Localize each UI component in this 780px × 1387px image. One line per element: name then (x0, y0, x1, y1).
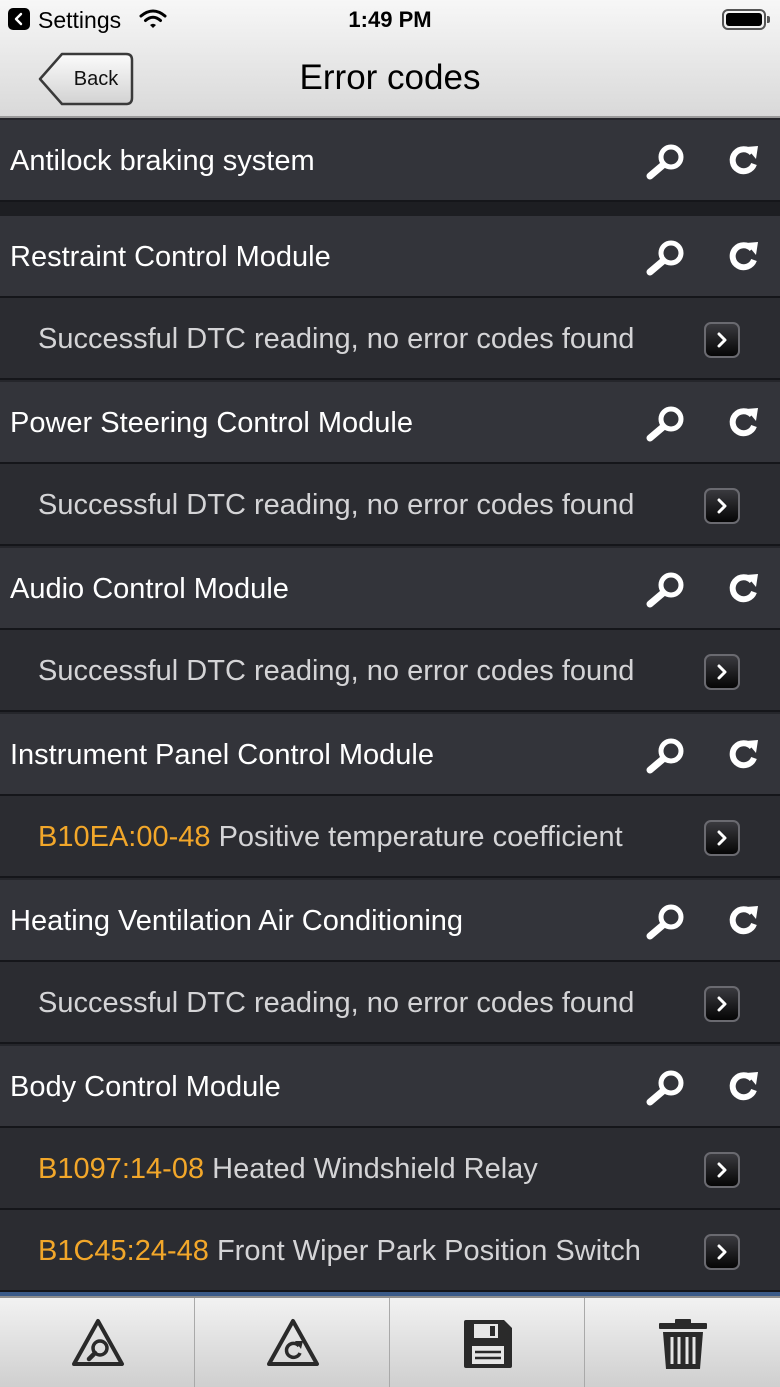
bottom-toolbar (0, 1296, 780, 1387)
chevron-right-icon (717, 498, 727, 514)
dtc-result-row[interactable]: B10EA:00-48 Positive temperature coeffic… (0, 796, 780, 878)
refresh-icon[interactable] (722, 238, 764, 276)
dtc-result-row[interactable]: B1097:14-08 Heated Windshield Relay (0, 1128, 780, 1210)
warning-refresh-icon (267, 1319, 319, 1366)
search-icon[interactable] (645, 1068, 687, 1106)
search-icon[interactable] (645, 404, 687, 442)
read-codes-button[interactable] (0, 1298, 195, 1387)
battery-icon (722, 9, 770, 30)
detail-disclosure-button[interactable] (704, 820, 740, 856)
dtc-result-text: B1C45:24-48 Front Wiper Park Position Sw… (38, 1210, 698, 1292)
detail-disclosure-button[interactable] (704, 1234, 740, 1270)
module-name: Body Control Module (10, 1071, 281, 1103)
page-title: Error codes (299, 58, 481, 97)
dtc-description: Successful DTC reading, no error codes f… (38, 323, 635, 355)
status-time: 1:49 PM (348, 7, 432, 32)
dtc-result-text: Successful DTC reading, no error codes f… (38, 630, 698, 712)
dtc-code: B1097:14-08 (38, 1153, 205, 1185)
dtc-description: Successful DTC reading, no error codes f… (38, 489, 635, 521)
module-row-power-steering[interactable]: Power Steering Control Module (0, 382, 780, 464)
section-separator (0, 202, 780, 216)
module-name: Restraint Control Module (10, 241, 331, 273)
module-row-antilock-braking[interactable]: Antilock braking system (0, 120, 780, 202)
module-name: Audio Control Module (10, 573, 289, 605)
module-row-instrument-panel[interactable]: Instrument Panel Control Module (0, 714, 780, 796)
dtc-description: Successful DTC reading, no error codes f… (38, 655, 635, 687)
search-icon[interactable] (645, 736, 687, 774)
error-code-list[interactable]: Antilock braking system Restraint Contro… (0, 120, 780, 1296)
detail-disclosure-button[interactable] (704, 488, 740, 524)
module-row-hvac[interactable]: Heating Ventilation Air Conditioning (0, 880, 780, 962)
detail-disclosure-button[interactable] (704, 986, 740, 1022)
dtc-code: B10EA:00-48 (38, 821, 211, 853)
save-icon (464, 1320, 512, 1368)
chevron-right-icon (717, 996, 727, 1012)
top-bar: Settings 1:49 PM Back Error codes (0, 0, 780, 118)
refresh-icon[interactable] (722, 736, 764, 774)
detail-disclosure-button[interactable] (704, 1152, 740, 1188)
dtc-result-row[interactable]: Successful DTC reading, no error codes f… (0, 464, 780, 546)
dtc-result-text: Successful DTC reading, no error codes f… (38, 298, 698, 380)
reread-codes-button[interactable] (195, 1298, 390, 1387)
dtc-result-text: Successful DTC reading, no error codes f… (38, 962, 698, 1044)
dtc-result-row[interactable]: Successful DTC reading, no error codes f… (0, 630, 780, 712)
dtc-result-text: Successful DTC reading, no error codes f… (38, 464, 698, 546)
dtc-result-row[interactable]: B1C45:24-48 Front Wiper Park Position Sw… (0, 1210, 780, 1292)
module-name: Antilock braking system (10, 145, 315, 177)
refresh-icon[interactable] (722, 404, 764, 442)
delete-button[interactable] (585, 1298, 780, 1387)
dtc-result-row[interactable]: Successful DTC reading, no error codes f… (0, 962, 780, 1044)
chevron-right-icon (717, 1162, 727, 1178)
module-row-restraint-control[interactable]: Restraint Control Module (0, 216, 780, 298)
chevron-right-icon (717, 1244, 727, 1260)
search-icon[interactable] (645, 142, 687, 180)
dtc-result-row[interactable]: Successful DTC reading, no error codes f… (0, 298, 780, 380)
save-button[interactable] (390, 1298, 585, 1387)
module-name: Heating Ventilation Air Conditioning (10, 905, 464, 937)
refresh-icon[interactable] (722, 902, 764, 940)
module-row-audio-control[interactable]: Audio Control Module (0, 548, 780, 630)
module-row-body-control[interactable]: Body Control Module (0, 1046, 780, 1128)
search-icon[interactable] (645, 570, 687, 608)
dtc-description: Successful DTC reading, no error codes f… (38, 987, 635, 1019)
dtc-result-text: B1097:14-08 Heated Windshield Relay (38, 1128, 698, 1210)
trash-icon (659, 1319, 707, 1369)
module-name: Instrument Panel Control Module (10, 739, 434, 771)
dtc-code: B1C45:24-48 (38, 1235, 209, 1267)
refresh-icon[interactable] (722, 1068, 764, 1106)
module-name: Power Steering Control Module (10, 407, 413, 439)
chevron-right-icon (717, 664, 727, 680)
refresh-icon[interactable] (722, 142, 764, 180)
detail-disclosure-button[interactable] (704, 322, 740, 358)
chevron-right-icon (717, 332, 727, 348)
chevron-right-icon (717, 830, 727, 846)
refresh-icon[interactable] (722, 570, 764, 608)
dtc-description: Positive temperature coefficient (218, 821, 623, 853)
warning-search-icon (72, 1319, 124, 1366)
dtc-description: Heated Windshield Relay (212, 1153, 538, 1185)
search-icon[interactable] (645, 902, 687, 940)
status-bar: Settings 1:49 PM (0, 0, 780, 40)
dtc-description: Front Wiper Park Position Switch (216, 1235, 641, 1267)
search-icon[interactable] (645, 238, 687, 276)
navigation-bar: Back Error codes (0, 40, 780, 116)
detail-disclosure-button[interactable] (704, 654, 740, 690)
dtc-result-text: B10EA:00-48 Positive temperature coeffic… (38, 796, 698, 878)
